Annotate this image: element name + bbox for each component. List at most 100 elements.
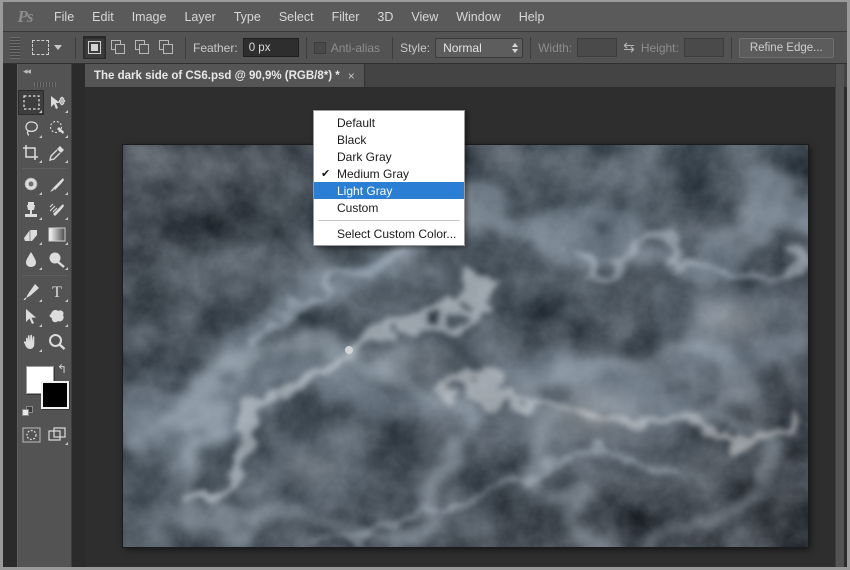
divider	[185, 36, 186, 59]
menu-separator	[318, 220, 460, 221]
divider	[22, 275, 67, 276]
document-tab-bar: The dark side of CS6.psd @ 90,9% (RGB/8*…	[85, 64, 847, 88]
style-select[interactable]: Normal	[435, 37, 524, 58]
selection-mode-group	[83, 36, 178, 59]
color-swatches: ↰	[18, 360, 71, 422]
gradient-tool[interactable]	[44, 222, 70, 247]
close-icon[interactable]: ×	[348, 69, 355, 83]
tool-more-indicator	[65, 217, 68, 220]
divider	[530, 36, 532, 59]
tool-more-indicator	[39, 217, 42, 220]
menu-item-black[interactable]: Black	[314, 131, 464, 148]
pen-tool[interactable]	[18, 279, 44, 304]
menu-edit[interactable]: Edit	[83, 6, 123, 28]
tool-more-indicator	[39, 135, 42, 138]
tool-more-indicator	[65, 135, 68, 138]
tool-more-indicator	[65, 324, 68, 327]
tool-more-indicator	[39, 160, 42, 163]
menu-3d[interactable]: 3D	[368, 6, 402, 28]
menu-item-default[interactable]: Default	[314, 114, 464, 131]
svg-text:T: T	[52, 284, 62, 300]
add-to-selection-button[interactable]	[107, 36, 130, 59]
divider	[305, 36, 307, 59]
menu-select[interactable]: Select	[270, 6, 323, 28]
tools-grid-2	[18, 172, 71, 272]
tools-panel-grip[interactable]	[18, 78, 71, 90]
tool-more-indicator	[65, 242, 68, 245]
spot-healing-brush-tool[interactable]	[18, 172, 44, 197]
right-panel-edge[interactable]	[835, 64, 844, 567]
height-input[interactable]	[683, 38, 724, 57]
width-input[interactable]	[577, 38, 618, 57]
history-brush-tool[interactable]	[44, 197, 70, 222]
menu-item-custom[interactable]: Custom	[314, 199, 464, 216]
menu-view[interactable]: View	[402, 6, 447, 28]
tools-grid-3: T	[18, 279, 71, 354]
subtract-from-selection-icon	[135, 40, 150, 55]
tool-more-indicator	[39, 324, 42, 327]
menu-type[interactable]: Type	[225, 6, 270, 28]
menu-file[interactable]: File	[45, 6, 83, 28]
image-canvas[interactable]	[123, 145, 808, 547]
tools-grid-4	[18, 422, 71, 447]
blur-tool[interactable]	[18, 247, 44, 272]
crop-tool[interactable]	[18, 140, 44, 165]
feather-label: Feather:	[193, 40, 238, 55]
dodge-tool[interactable]	[44, 247, 70, 272]
clone-stamp-tool[interactable]	[18, 197, 44, 222]
screen-mode-icon[interactable]	[44, 422, 70, 447]
hand-tool[interactable]	[18, 329, 44, 354]
options-bar-grip[interactable]	[10, 36, 20, 59]
rectangular-marquee-icon	[32, 40, 49, 55]
background-color-swatch[interactable]	[41, 381, 69, 409]
move-tool[interactable]	[44, 90, 70, 115]
menu-item-label: Dark Gray	[337, 149, 392, 164]
brush-tool[interactable]	[44, 172, 70, 197]
menu-item-label: Medium Gray	[337, 166, 410, 181]
collapse-panel-button[interactable]: ◂◂	[18, 64, 71, 78]
menu-item-select-custom-color[interactable]: Select Custom Color...	[314, 225, 464, 242]
default-colors-icon[interactable]	[22, 406, 34, 418]
menu-help[interactable]: Help	[510, 6, 554, 28]
subtract-from-selection-button[interactable]	[131, 36, 154, 59]
tool-more-indicator	[65, 267, 68, 270]
swap-arrows-icon[interactable]: ⇆	[623, 39, 635, 56]
menu-filter[interactable]: Filter	[323, 6, 369, 28]
rectangular-marquee-tool[interactable]	[18, 90, 44, 115]
menu-bar: Ps File Edit Image Layer Type Select Fil…	[3, 2, 847, 32]
zoom-tool[interactable]	[44, 329, 70, 354]
eyedropper-tool[interactable]	[44, 140, 70, 165]
menu-item-label: Light Gray	[337, 183, 393, 198]
tool-preset-picker[interactable]	[26, 40, 68, 55]
feather-input[interactable]: 0 px	[242, 38, 299, 57]
tool-more-indicator	[65, 442, 68, 445]
divider	[730, 36, 732, 59]
quick-mask-icon[interactable]	[18, 422, 44, 447]
menu-layer[interactable]: Layer	[175, 6, 224, 28]
intersect-with-selection-button[interactable]	[155, 36, 178, 59]
menu-item-medium-gray[interactable]: ✔ Medium Gray	[314, 165, 464, 182]
path-selection-tool[interactable]	[18, 304, 44, 329]
eraser-tool[interactable]	[18, 222, 44, 247]
custom-shape-tool[interactable]	[44, 304, 70, 329]
smoke-artwork	[123, 145, 808, 547]
quick-selection-tool[interactable]	[44, 115, 70, 140]
tools-grid-1	[18, 90, 71, 165]
lasso-tool[interactable]	[18, 115, 44, 140]
menu-item-label: Default	[337, 115, 376, 130]
menu-image[interactable]: Image	[123, 6, 176, 28]
swap-colors-icon[interactable]: ↰	[57, 362, 67, 376]
tool-more-indicator	[39, 267, 42, 270]
new-selection-button[interactable]	[83, 36, 106, 59]
menu-item-dark-gray[interactable]: Dark Gray	[314, 148, 464, 165]
horizontal-type-tool[interactable]: T	[44, 279, 70, 304]
menu-item-light-gray[interactable]: Light Gray	[314, 182, 464, 199]
refine-edge-button[interactable]: Refine Edge...	[738, 37, 834, 58]
anti-alias-label: Anti-alias	[330, 40, 381, 55]
document-tab[interactable]: The dark side of CS6.psd @ 90,9% (RGB/8*…	[85, 64, 365, 87]
intersect-selection-icon	[159, 40, 174, 55]
menu-item-label: Custom	[337, 200, 379, 215]
menu-window[interactable]: Window	[447, 6, 509, 28]
anti-alias-checkbox[interactable]	[313, 41, 326, 54]
tool-more-indicator	[39, 349, 42, 352]
